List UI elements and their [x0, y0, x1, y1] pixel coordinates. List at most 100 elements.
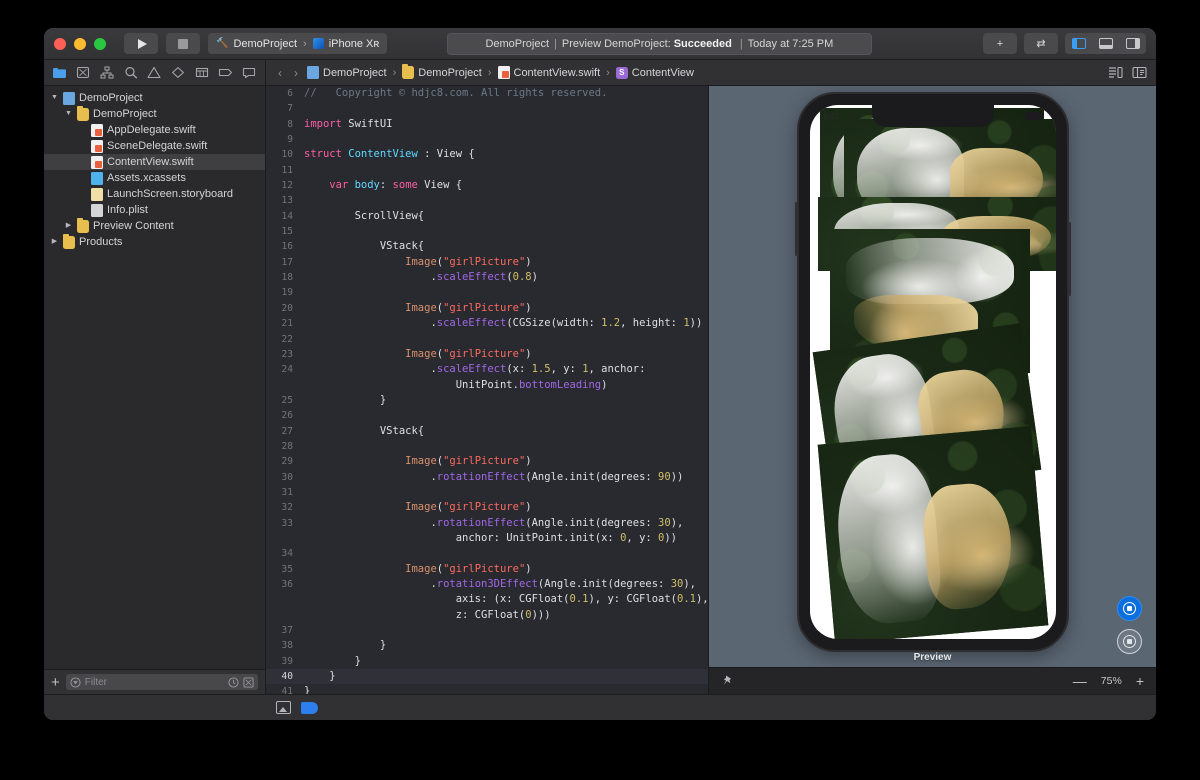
minimap-icon[interactable]: [276, 701, 291, 714]
code-line[interactable]: 24 .scaleEffect(x: 1.5, y: 1, anchor:: [266, 362, 708, 377]
code-line[interactable]: 29 Image("girlPicture"): [266, 454, 708, 469]
filter-options-icon[interactable]: [243, 676, 254, 688]
code-line[interactable]: 33 .rotationEffect(Angle.init(degrees: 3…: [266, 516, 708, 531]
breadcrumb-item[interactable]: DemoProject: [307, 66, 387, 79]
code-line[interactable]: 9: [266, 132, 708, 147]
code-line[interactable]: 17 Image("girlPicture"): [266, 255, 708, 270]
code-line[interactable]: 34: [266, 546, 708, 561]
recent-clock-icon[interactable]: [228, 676, 239, 688]
issue-navigator-tab[interactable]: [145, 64, 163, 82]
symbol-navigator-tab[interactable]: [98, 64, 116, 82]
zoom-button[interactable]: [94, 37, 106, 50]
code-line[interactable]: 8 import SwiftUI: [266, 117, 708, 132]
code-line[interactable]: 27 VStack{: [266, 424, 708, 439]
filter-input[interactable]: Filter: [65, 674, 258, 690]
add-file-button[interactable]: +: [51, 675, 60, 690]
line-number: 10: [281, 149, 293, 161]
code-line[interactable]: 35 Image("girlPicture"): [266, 562, 708, 577]
test-navigator-tab[interactable]: [169, 64, 187, 82]
file-tree-row[interactable]: ▼ DemoProject: [44, 105, 265, 122]
live-preview-button[interactable]: [1117, 596, 1142, 621]
breadcrumb[interactable]: DemoProject › DemoProject › ContentView.swif…: [307, 64, 694, 79]
stop-button[interactable]: [166, 33, 200, 54]
code-line[interactable]: 25 }: [266, 393, 708, 408]
zoom-out-button[interactable]: —: [1073, 674, 1087, 688]
code-line[interactable]: axis: (x: CGFloat(0.1), y: CGFloat(0.1),: [266, 592, 708, 607]
code-line[interactable]: 16 VStack{: [266, 239, 708, 254]
navigator-panel-toggle[interactable]: [1065, 33, 1092, 54]
disclosure-triangle[interactable]: ▼: [50, 90, 59, 106]
code-line[interactable]: 10 struct ContentView : View {: [266, 147, 708, 162]
run-on-device-button[interactable]: [1117, 629, 1142, 654]
file-tree-row[interactable]: ▶LaunchScreen.storyboard: [44, 186, 265, 202]
project-navigator-tab[interactable]: [51, 64, 69, 82]
file-tree-row[interactable]: ▼ DemoProject: [44, 90, 265, 106]
code-line[interactable]: 40 }: [266, 669, 708, 685]
code-line[interactable]: 38 }: [266, 638, 708, 653]
code-line[interactable]: 31: [266, 485, 708, 500]
code-line[interactable]: 39 }: [266, 654, 708, 669]
code-line[interactable]: 21 .scaleEffect(CGSize(width: 1.2, heigh…: [266, 316, 708, 331]
report-navigator-tab[interactable]: [240, 64, 258, 82]
preview-canvas[interactable]: 9:41 Preview: [709, 86, 1156, 667]
code-line[interactable]: 23 Image("girlPicture"): [266, 347, 708, 362]
file-tree-row[interactable]: ▶AppDelegate.swift: [44, 122, 265, 138]
pin-icon[interactable]: [721, 674, 735, 688]
code-line[interactable]: 22: [266, 332, 708, 347]
disclosure-triangle[interactable]: ▶: [50, 234, 59, 250]
file-tree-row[interactable]: ▶ContentView.swift: [44, 154, 265, 170]
run-button[interactable]: [124, 33, 158, 54]
editor-options-icon[interactable]: [1108, 66, 1123, 79]
disclosure-triangle[interactable]: ▶: [64, 218, 73, 234]
code-line[interactable]: 12 var body: some View {: [266, 178, 708, 193]
code-line[interactable]: 28: [266, 439, 708, 454]
device-screen[interactable]: 9:41: [809, 105, 1056, 639]
disclosure-triangle[interactable]: ▼: [64, 106, 73, 122]
code-line[interactable]: UnitPoint.bottomLeading): [266, 378, 708, 393]
file-tree-row[interactable]: ▶ Products: [44, 233, 265, 250]
code-line[interactable]: 30 .rotationEffect(Angle.init(degrees: 9…: [266, 470, 708, 485]
code-line[interactable]: 20 Image("girlPicture"): [266, 301, 708, 316]
file-tree-row[interactable]: ▶Assets.xcassets: [44, 170, 265, 186]
breadcrumb-item[interactable]: ContentView.swift: [497, 66, 600, 79]
code-line[interactable]: 37: [266, 623, 708, 638]
zoom-in-button[interactable]: +: [1136, 674, 1144, 688]
debug-navigator-tab[interactable]: [193, 64, 211, 82]
file-tree-row[interactable]: ▶SceneDelegate.swift: [44, 138, 265, 154]
swap-editor-button[interactable]: ⇄: [1024, 33, 1058, 54]
scheme-selector[interactable]: 🔨 DemoProject › iPhone Xʀ: [208, 33, 388, 54]
code-line[interactable]: 32 Image("girlPicture"): [266, 500, 708, 515]
code-line[interactable]: 15: [266, 224, 708, 239]
add-button[interactable]: +: [983, 33, 1017, 54]
source-code-editor[interactable]: 6 // Copyright © hdjc8.com. All rights re…: [266, 86, 708, 694]
breadcrumb-item[interactable]: DemoProject: [402, 64, 482, 79]
code-line[interactable]: 41}: [266, 684, 708, 694]
code-line[interactable]: anchor: UnitPoint.init(x: 0, y: 0)): [266, 531, 708, 546]
source-control-navigator-tab[interactable]: [74, 64, 92, 82]
debug-panel-toggle[interactable]: [1092, 33, 1119, 54]
assistant-editor-icon[interactable]: [1132, 66, 1147, 79]
code-line[interactable]: z: CGFloat(0))): [266, 608, 708, 623]
code-line[interactable]: 11: [266, 163, 708, 178]
code-line[interactable]: 7: [266, 101, 708, 116]
find-navigator-tab[interactable]: [122, 64, 140, 82]
status-bar[interactable]: DemoProject | Preview DemoProject: Succe…: [446, 32, 872, 55]
project-file-tree[interactable]: ▼DemoProject▼DemoProject▶AppDelegate.swi…: [44, 86, 265, 669]
code-line[interactable]: 26: [266, 408, 708, 423]
code-line[interactable]: 36 .rotation3DEffect(Angle.init(degrees:…: [266, 577, 708, 592]
file-tree-row[interactable]: ▶ Preview Content: [44, 217, 265, 234]
code-line[interactable]: 19: [266, 285, 708, 300]
forward-button[interactable]: ›: [291, 66, 301, 80]
file-tree-row[interactable]: ▶Info.plist: [44, 202, 265, 218]
code-line[interactable]: 18 .scaleEffect(0.8): [266, 270, 708, 285]
back-button[interactable]: ‹: [275, 66, 285, 80]
code-line[interactable]: 14 ScrollView{: [266, 209, 708, 224]
breakpoint-navigator-tab[interactable]: [216, 64, 234, 82]
inspector-panel-toggle[interactable]: [1119, 33, 1146, 54]
breakpoints-tag-icon[interactable]: [301, 701, 318, 714]
code-line[interactable]: 13: [266, 193, 708, 208]
close-button[interactable]: [54, 37, 66, 50]
breadcrumb-item[interactable]: S ContentView: [615, 66, 694, 79]
minimize-button[interactable]: [74, 37, 86, 50]
code-line[interactable]: 6 // Copyright © hdjc8.com. All rights re…: [266, 86, 708, 101]
